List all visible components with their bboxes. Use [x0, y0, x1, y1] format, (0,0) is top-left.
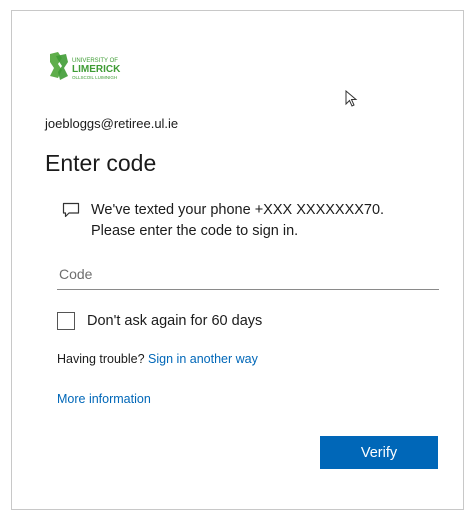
remember-row[interactable]: Don't ask again for 60 days — [57, 310, 262, 332]
logo-line3: OLLSCOIL LUIMNIGH — [72, 75, 117, 80]
more-information-link[interactable]: More information — [57, 392, 151, 406]
message-icon — [62, 202, 80, 218]
page-title: Enter code — [45, 150, 157, 176]
logo-line2: LIMERICK — [72, 64, 121, 75]
sms-message-line2: Please enter the code to sign in. — [91, 223, 299, 239]
code-input[interactable] — [57, 259, 439, 290]
sms-message-line1: We've texted your phone +XXX XXXXXXX70. — [91, 202, 385, 218]
remember-checkbox[interactable] — [57, 312, 75, 330]
sms-message: We've texted your phone +XXX XXXXXXX70. … — [91, 200, 421, 242]
university-logo: UNIVERSITY OF LIMERICK OLLSCOIL LUIMNIGH — [46, 48, 136, 92]
verify-button[interactable]: Verify — [320, 436, 438, 469]
trouble-prefix: Having trouble? — [57, 352, 145, 366]
sign-in-another-way-link[interactable]: Sign in another way — [148, 352, 258, 366]
remember-label: Don't ask again for 60 days — [87, 313, 263, 329]
mouse-cursor-icon — [345, 89, 359, 108]
trouble-text: Having trouble? Sign in another way — [57, 352, 258, 366]
account-email: joebloggs@retiree.ul.ie — [45, 116, 179, 131]
